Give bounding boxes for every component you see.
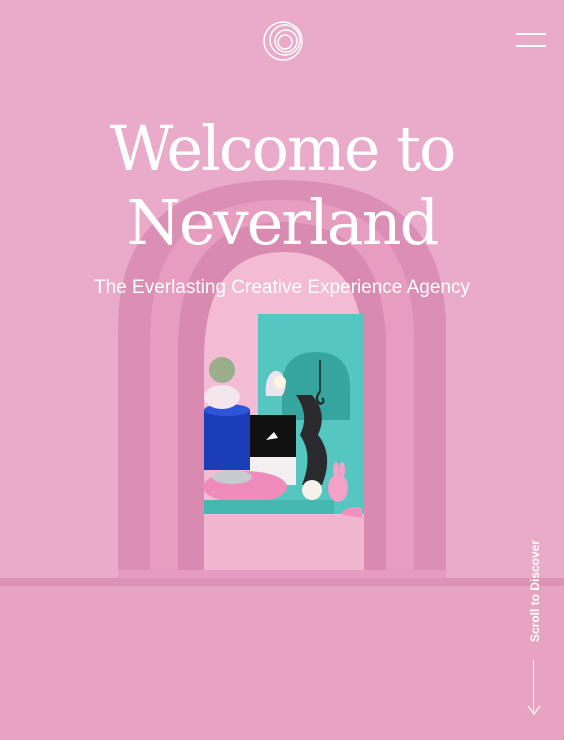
brand-logo[interactable]: [261, 19, 305, 63]
hamburger-menu-icon: [516, 33, 546, 35]
hamburger-menu-button[interactable]: [516, 33, 546, 49]
spiral-logo-icon: [263, 21, 303, 61]
arrow-down-icon: [527, 705, 541, 715]
scroll-to-discover-label: Scroll to Discover: [528, 539, 542, 642]
hamburger-line: [516, 45, 546, 47]
hero-title-line2: Neverland: [126, 186, 440, 259]
hero-subtitle: The Everlasting Creative Experience Agen…: [94, 277, 470, 298]
hero-title-line1: Welcome to: [109, 112, 457, 185]
hero-title: Welcome to Neverland: [0, 112, 564, 260]
hero-background-scene: [0, 0, 564, 740]
